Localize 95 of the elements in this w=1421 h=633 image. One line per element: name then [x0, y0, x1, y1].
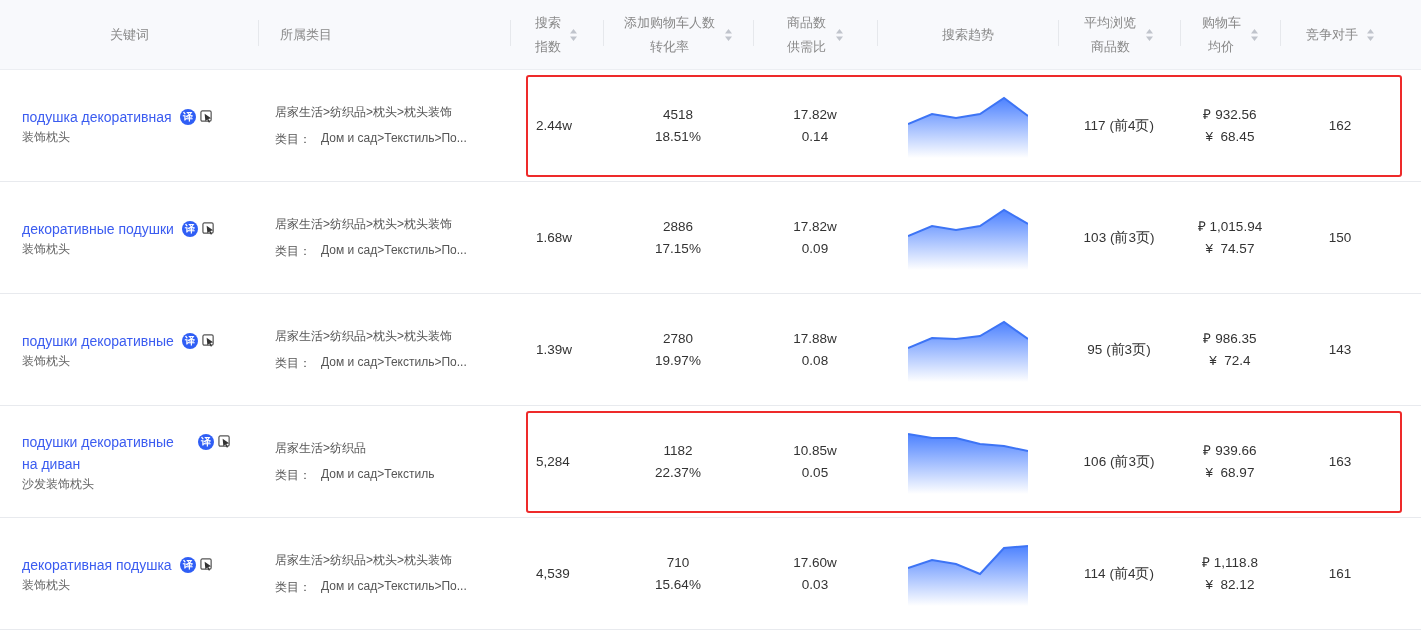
sort-icon[interactable] [1365, 27, 1375, 42]
competitor-count: 163 [1328, 454, 1352, 469]
column-header: 购物车均价 [1201, 13, 1242, 56]
keyword-link[interactable]: подушки декоративные [22, 329, 174, 352]
cursor-icon[interactable] [201, 333, 215, 347]
keyword-translation: 沙发装饰枕头 [22, 475, 94, 493]
column-header: 关键词 [109, 25, 149, 44]
price-rub: ₽ 986.35 [1203, 329, 1257, 348]
add-cart-count: 2886 [662, 217, 693, 236]
conversion-rate: 19.97% [655, 351, 701, 370]
add-cart-count: 710 [666, 553, 690, 572]
price-rub: ₽ 932.56 [1203, 105, 1257, 124]
search-index: 4,539 [536, 566, 570, 581]
price-cny: ¥ 72.4 [1209, 351, 1251, 370]
sort-icon[interactable] [569, 27, 579, 42]
search-index: 1.68w [536, 230, 573, 245]
competitor-count: 143 [1328, 342, 1352, 357]
translate-badge[interactable]: 译 [181, 220, 198, 237]
goods-count: 17.88w [793, 329, 837, 348]
keyword-link[interactable]: подушки декоративные на диван [22, 430, 190, 475]
category-path: 居家生活>纺织品>枕头>枕头装饰 [275, 215, 453, 233]
price-cny: ¥ 68.97 [1205, 463, 1255, 482]
add-cart-count: 1182 [663, 441, 693, 460]
category-label: 类目： [275, 242, 311, 260]
avg-browse: 103 (前3页) [1083, 228, 1155, 247]
add-cart-count: 4518 [662, 105, 693, 124]
search-index: 2.44w [536, 118, 573, 133]
category-path: Дом и сад>Текстиль>По... [321, 242, 467, 259]
price-rub: ₽ 1,015.94 [1197, 217, 1263, 236]
sort-icon[interactable] [723, 27, 733, 42]
avg-browse: 117 (前4页) [1084, 116, 1154, 135]
cursor-icon[interactable] [199, 557, 213, 571]
supply-ratio: 0.08 [801, 351, 829, 370]
category-label: 类目： [275, 130, 311, 148]
column-header: 商品数供需比 [786, 13, 827, 56]
search-index: 5,284 [536, 454, 570, 469]
conversion-rate: 18.51% [655, 127, 701, 146]
competitor-count: 162 [1328, 118, 1352, 133]
sort-icon[interactable] [834, 27, 844, 42]
category-path: Дом и сад>Текстиль [321, 466, 435, 483]
cursor-icon[interactable] [201, 221, 215, 235]
avg-browse: 114 (前4页) [1084, 564, 1154, 583]
goods-count: 17.82w [793, 217, 837, 236]
cursor-icon[interactable] [199, 109, 213, 123]
keyword-link[interactable]: декоративные подушки [22, 217, 174, 240]
conversion-rate: 17.15% [655, 239, 701, 258]
goods-count: 17.82w [793, 105, 837, 124]
translate-badge[interactable]: 译 [181, 332, 198, 349]
column-header: 添加购物车人数转化率 [623, 13, 716, 56]
column-header: 搜索趋势 [941, 25, 994, 44]
category-label: 类目： [275, 578, 311, 596]
supply-ratio: 0.14 [801, 127, 829, 146]
price-cny: ¥ 74.57 [1205, 239, 1255, 258]
goods-count: 10.85w [793, 441, 837, 460]
keyword-translation: 装饰枕头 [22, 352, 70, 370]
conversion-rate: 15.64% [655, 575, 701, 594]
supply-ratio: 0.03 [801, 575, 829, 594]
keyword-link[interactable]: подушка декоративная [22, 105, 172, 128]
goods-count: 17.60w [793, 553, 837, 572]
category-label: 类目： [275, 354, 311, 372]
column-header: 所属类目 [280, 25, 332, 44]
category-path: Дом и сад>Текстиль>По... [321, 354, 467, 371]
keyword-translation: 装饰枕头 [22, 128, 70, 146]
add-cart-count: 2780 [662, 329, 693, 348]
keyword-translation: 装饰枕头 [22, 576, 70, 594]
category-path: 居家生活>纺织品>枕头>枕头装饰 [275, 551, 453, 569]
supply-ratio: 0.05 [801, 463, 829, 482]
column-header: 平均浏览商品数 [1083, 13, 1138, 56]
category-path: 居家生活>纺织品>枕头>枕头装饰 [275, 327, 453, 345]
category-path: 居家生活>纺织品>枕头>枕头装饰 [275, 103, 453, 121]
avg-browse: 95 (前3页) [1087, 340, 1151, 359]
conversion-rate: 22.37% [655, 463, 701, 482]
search-index: 1.39w [536, 342, 573, 357]
price-rub: ₽ 939.66 [1203, 441, 1257, 460]
sort-icon[interactable] [1249, 27, 1259, 42]
translate-badge[interactable]: 译 [179, 108, 196, 125]
keyword-link[interactable]: декоративная подушка [22, 553, 172, 576]
column-header: 搜索指数 [534, 13, 562, 56]
supply-ratio: 0.09 [801, 239, 829, 258]
category-path: 居家生活>纺织品 [275, 439, 366, 457]
translate-badge[interactable]: 译 [198, 433, 214, 450]
category-label: 类目： [275, 466, 311, 484]
avg-browse: 106 (前3页) [1083, 452, 1155, 471]
price-cny: ¥ 68.45 [1205, 127, 1255, 146]
competitor-count: 161 [1328, 566, 1352, 581]
price-cny: ¥ 82.12 [1205, 575, 1255, 594]
category-path: Дом и сад>Текстиль>По... [321, 130, 467, 147]
price-rub: ₽ 1,118.8 [1202, 553, 1258, 572]
translate-badge[interactable]: 译 [179, 556, 196, 573]
category-path: Дом и сад>Текстиль>По... [321, 578, 467, 595]
sort-icon[interactable] [1145, 27, 1155, 42]
column-header: 竞争对手 [1305, 25, 1358, 44]
cursor-icon[interactable] [218, 434, 231, 448]
competitor-count: 150 [1328, 230, 1352, 245]
keyword-translation: 装饰枕头 [22, 240, 70, 258]
